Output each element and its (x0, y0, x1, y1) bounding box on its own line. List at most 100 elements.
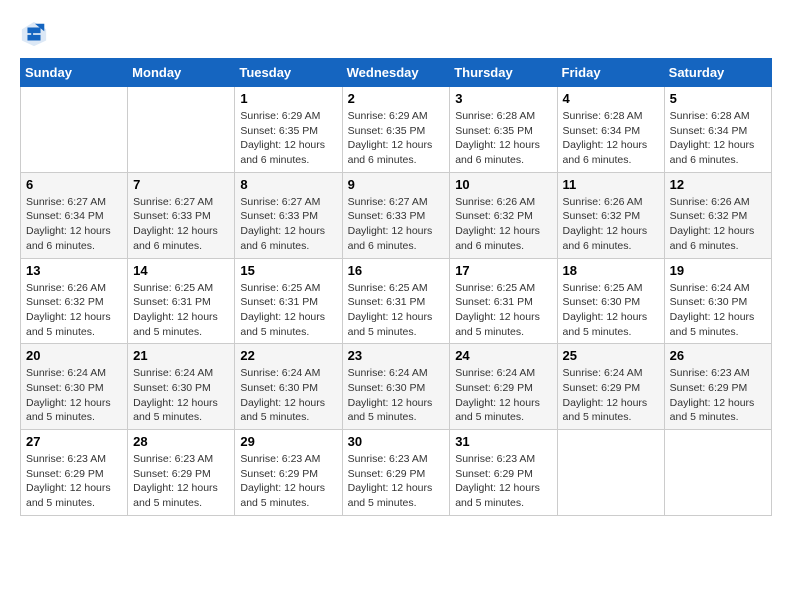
header-cell-saturday: Saturday (664, 59, 771, 87)
day-number: 2 (348, 91, 445, 106)
day-cell: 31 Sunrise: 6:23 AMSunset: 6:29 PMDayligh… (450, 430, 557, 516)
day-cell: 24 Sunrise: 6:24 AMSunset: 6:29 PMDayligh… (450, 344, 557, 430)
day-number: 30 (348, 434, 445, 449)
day-cell: 8 Sunrise: 6:27 AMSunset: 6:33 PMDaylight… (235, 172, 342, 258)
day-cell (21, 87, 128, 173)
calendar-header: SundayMondayTuesdayWednesdayThursdayFrid… (21, 59, 772, 87)
day-info: Sunrise: 6:26 AMSunset: 6:32 PMDaylight:… (26, 281, 122, 340)
logo (20, 20, 52, 48)
day-info: Sunrise: 6:24 AMSunset: 6:30 PMDaylight:… (348, 366, 445, 425)
day-number: 16 (348, 263, 445, 278)
day-cell: 16 Sunrise: 6:25 AMSunset: 6:31 PMDayligh… (342, 258, 450, 344)
day-cell: 7 Sunrise: 6:27 AMSunset: 6:33 PMDaylight… (128, 172, 235, 258)
day-number: 7 (133, 177, 229, 192)
day-number: 22 (240, 348, 336, 363)
day-cell: 2 Sunrise: 6:29 AMSunset: 6:35 PMDaylight… (342, 87, 450, 173)
day-cell: 29 Sunrise: 6:23 AMSunset: 6:29 PMDayligh… (235, 430, 342, 516)
day-info: Sunrise: 6:24 AMSunset: 6:29 PMDaylight:… (563, 366, 659, 425)
day-info: Sunrise: 6:26 AMSunset: 6:32 PMDaylight:… (563, 195, 659, 254)
day-info: Sunrise: 6:23 AMSunset: 6:29 PMDaylight:… (240, 452, 336, 511)
day-number: 17 (455, 263, 551, 278)
day-info: Sunrise: 6:25 AMSunset: 6:30 PMDaylight:… (563, 281, 659, 340)
day-number: 5 (670, 91, 766, 106)
day-info: Sunrise: 6:23 AMSunset: 6:29 PMDaylight:… (670, 366, 766, 425)
day-info: Sunrise: 6:24 AMSunset: 6:30 PMDaylight:… (240, 366, 336, 425)
header-cell-friday: Friday (557, 59, 664, 87)
day-cell: 9 Sunrise: 6:27 AMSunset: 6:33 PMDaylight… (342, 172, 450, 258)
day-cell: 23 Sunrise: 6:24 AMSunset: 6:30 PMDayligh… (342, 344, 450, 430)
day-number: 4 (563, 91, 659, 106)
day-number: 13 (26, 263, 122, 278)
header-cell-monday: Monday (128, 59, 235, 87)
day-number: 23 (348, 348, 445, 363)
day-cell: 12Sunrise: 6:26 AMSunset: 6:32 PMDayligh… (664, 172, 771, 258)
day-cell: 11 Sunrise: 6:26 AMSunset: 6:32 PMDayligh… (557, 172, 664, 258)
day-cell: 14 Sunrise: 6:25 AMSunset: 6:31 PMDayligh… (128, 258, 235, 344)
calendar-body: 1Sunrise: 6:29 AMSunset: 6:35 PMDaylight… (21, 87, 772, 516)
week-row: 1Sunrise: 6:29 AMSunset: 6:35 PMDaylight… (21, 87, 772, 173)
week-row: 20 Sunrise: 6:24 AMSunset: 6:30 PMDayligh… (21, 344, 772, 430)
day-info: Sunrise: 6:27 AMSunset: 6:33 PMDaylight:… (348, 195, 445, 254)
logo-icon (20, 20, 48, 48)
day-info: Sunrise: 6:28 AMSunset: 6:35 PMDaylight:… (455, 109, 551, 168)
header-cell-thursday: Thursday (450, 59, 557, 87)
day-number: 3 (455, 91, 551, 106)
day-cell: 18Sunrise: 6:25 AMSunset: 6:30 PMDayligh… (557, 258, 664, 344)
day-number: 14 (133, 263, 229, 278)
day-cell: 1Sunrise: 6:29 AMSunset: 6:35 PMDaylight… (235, 87, 342, 173)
day-number: 29 (240, 434, 336, 449)
day-info: Sunrise: 6:24 AMSunset: 6:30 PMDaylight:… (133, 366, 229, 425)
day-cell: 5 Sunrise: 6:28 AMSunset: 6:34 PMDaylight… (664, 87, 771, 173)
day-info: Sunrise: 6:23 AMSunset: 6:29 PMDaylight:… (26, 452, 122, 511)
day-cell: 3 Sunrise: 6:28 AMSunset: 6:35 PMDaylight… (450, 87, 557, 173)
header-cell-sunday: Sunday (21, 59, 128, 87)
day-info: Sunrise: 6:25 AMSunset: 6:31 PMDaylight:… (133, 281, 229, 340)
day-number: 24 (455, 348, 551, 363)
day-info: Sunrise: 6:29 AMSunset: 6:35 PMDaylight:… (348, 109, 445, 168)
day-number: 9 (348, 177, 445, 192)
day-info: Sunrise: 6:23 AMSunset: 6:29 PMDaylight:… (133, 452, 229, 511)
day-cell: 15Sunrise: 6:25 AMSunset: 6:31 PMDayligh… (235, 258, 342, 344)
week-row: 13 Sunrise: 6:26 AMSunset: 6:32 PMDayligh… (21, 258, 772, 344)
day-number: 8 (240, 177, 336, 192)
day-cell: 13 Sunrise: 6:26 AMSunset: 6:32 PMDayligh… (21, 258, 128, 344)
day-info: Sunrise: 6:26 AMSunset: 6:32 PMDaylight:… (670, 195, 766, 254)
day-cell (557, 430, 664, 516)
day-number: 20 (26, 348, 122, 363)
header-cell-tuesday: Tuesday (235, 59, 342, 87)
day-info: Sunrise: 6:27 AMSunset: 6:34 PMDaylight:… (26, 195, 122, 254)
day-info: Sunrise: 6:28 AMSunset: 6:34 PMDaylight:… (670, 109, 766, 168)
header-row: SundayMondayTuesdayWednesdayThursdayFrid… (21, 59, 772, 87)
header-cell-wednesday: Wednesday (342, 59, 450, 87)
day-info: Sunrise: 6:27 AMSunset: 6:33 PMDaylight:… (133, 195, 229, 254)
day-number: 11 (563, 177, 659, 192)
day-info: Sunrise: 6:23 AMSunset: 6:29 PMDaylight:… (455, 452, 551, 511)
day-number: 6 (26, 177, 122, 192)
day-cell: 19 Sunrise: 6:24 AMSunset: 6:30 PMDayligh… (664, 258, 771, 344)
day-number: 10 (455, 177, 551, 192)
day-number: 26 (670, 348, 766, 363)
day-info: Sunrise: 6:24 AMSunset: 6:29 PMDaylight:… (455, 366, 551, 425)
day-info: Sunrise: 6:25 AMSunset: 6:31 PMDaylight:… (348, 281, 445, 340)
day-cell: 30 Sunrise: 6:23 AMSunset: 6:29 PMDayligh… (342, 430, 450, 516)
page-header (20, 20, 772, 48)
day-info: Sunrise: 6:25 AMSunset: 6:31 PMDaylight:… (240, 281, 336, 340)
day-info: Sunrise: 6:27 AMSunset: 6:33 PMDaylight:… (240, 195, 336, 254)
day-cell: 21 Sunrise: 6:24 AMSunset: 6:30 PMDayligh… (128, 344, 235, 430)
day-cell (664, 430, 771, 516)
day-number: 31 (455, 434, 551, 449)
day-cell: 10Sunrise: 6:26 AMSunset: 6:32 PMDayligh… (450, 172, 557, 258)
day-cell: 22 Sunrise: 6:24 AMSunset: 6:30 PMDayligh… (235, 344, 342, 430)
day-info: Sunrise: 6:25 AMSunset: 6:31 PMDaylight:… (455, 281, 551, 340)
day-cell: 25Sunrise: 6:24 AMSunset: 6:29 PMDayligh… (557, 344, 664, 430)
day-info: Sunrise: 6:28 AMSunset: 6:34 PMDaylight:… (563, 109, 659, 168)
day-info: Sunrise: 6:23 AMSunset: 6:29 PMDaylight:… (348, 452, 445, 511)
day-number: 21 (133, 348, 229, 363)
day-number: 19 (670, 263, 766, 278)
day-info: Sunrise: 6:24 AMSunset: 6:30 PMDaylight:… (26, 366, 122, 425)
day-cell: 26 Sunrise: 6:23 AMSunset: 6:29 PMDayligh… (664, 344, 771, 430)
day-cell: 6 Sunrise: 6:27 AMSunset: 6:34 PMDaylight… (21, 172, 128, 258)
day-info: Sunrise: 6:24 AMSunset: 6:30 PMDaylight:… (670, 281, 766, 340)
day-number: 28 (133, 434, 229, 449)
day-cell: 28 Sunrise: 6:23 AMSunset: 6:29 PMDayligh… (128, 430, 235, 516)
